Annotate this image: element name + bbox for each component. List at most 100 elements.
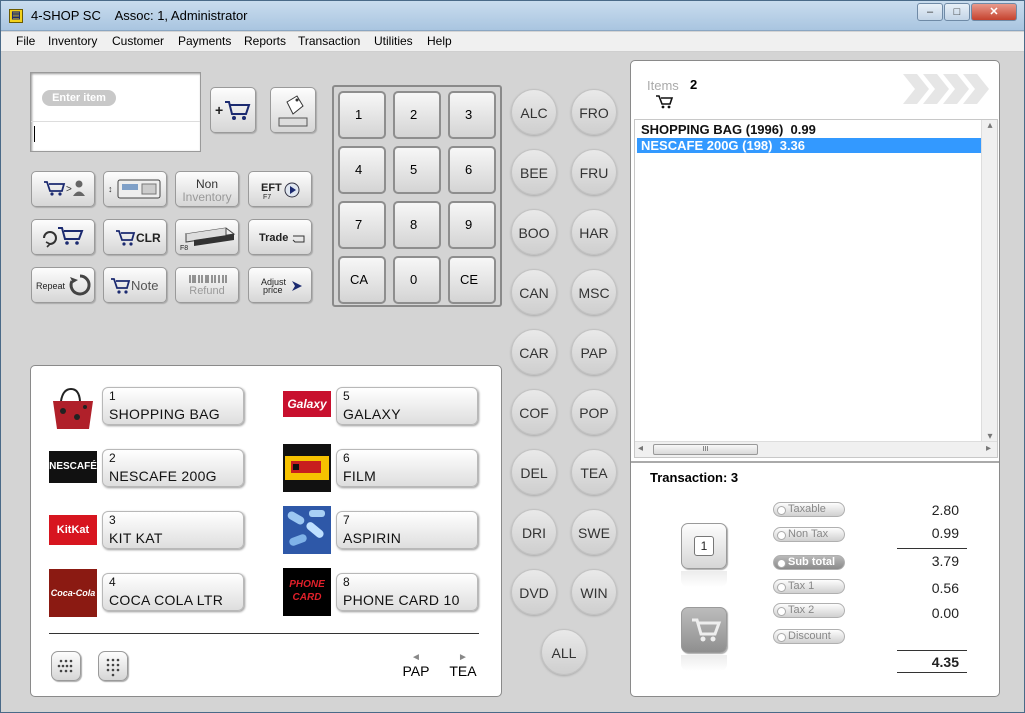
prev-category-button[interactable]: ◄ PAP <box>401 652 431 679</box>
category-boo[interactable]: BOO <box>511 209 557 255</box>
list-item[interactable]: SHOPPING BAG (1996) 0.99 <box>637 122 981 137</box>
add-to-cart-button[interactable]: + <box>210 87 256 133</box>
product-grid-panel: Galaxy NESCAFÉ KitKat Coca-Cola PHONE CA… <box>30 365 502 697</box>
category-tea[interactable]: TEA <box>571 449 617 495</box>
product-name: NESCAFE 200G <box>109 468 217 484</box>
menu-customer[interactable]: Customer <box>112 34 164 48</box>
product-number: 5 <box>343 389 350 403</box>
key-clear-entry[interactable]: CE <box>448 256 496 304</box>
menu-inventory[interactable]: Inventory <box>48 34 97 48</box>
eft-button[interactable]: EFT F7 <box>248 171 312 207</box>
non-inventory-button[interactable]: Non Inventory <box>175 171 239 207</box>
category-can[interactable]: CAN <box>511 269 557 315</box>
scroll-right-icon[interactable]: ▸ <box>986 443 991 454</box>
category-pap[interactable]: PAP <box>571 329 617 375</box>
customer-cart-button[interactable]: > <box>31 171 95 207</box>
chevrons-decoration-icon <box>903 74 989 104</box>
menu-file[interactable]: File <box>16 34 35 48</box>
key-6[interactable]: 6 <box>448 146 496 194</box>
menu-help[interactable]: Help <box>427 34 452 48</box>
scale-button[interactable]: ↕ <box>103 171 167 207</box>
key-0[interactable]: 0 <box>393 256 441 304</box>
total-line-top <box>897 650 967 651</box>
close-button[interactable]: ✕ <box>971 3 1017 21</box>
eft-key-hint: F7 <box>263 194 272 201</box>
menu-transaction[interactable]: Transaction <box>298 34 360 48</box>
scroll-up-icon[interactable]: ▴ <box>982 120 998 131</box>
menu-reports[interactable]: Reports <box>244 34 286 48</box>
key-clear-all[interactable]: CA <box>338 256 386 304</box>
horizontal-scrollbar[interactable]: ◂ III ▸ <box>635 441 997 457</box>
trade-button[interactable]: Trade <box>248 219 312 255</box>
category-fro[interactable]: FRO <box>571 89 617 135</box>
key-9[interactable]: 9 <box>448 201 496 249</box>
key-2[interactable]: 2 <box>393 91 441 139</box>
category-dvd[interactable]: DVD <box>511 569 557 615</box>
product-button-3[interactable]: 3 KIT KAT <box>102 511 244 549</box>
prev-category-label: PAP <box>402 663 430 679</box>
note-button[interactable]: Note <box>103 267 167 303</box>
category-msc[interactable]: MSC <box>571 269 617 315</box>
menu-payments[interactable]: Payments <box>178 34 231 48</box>
item-entry-input[interactable] <box>31 121 200 151</box>
key-4[interactable]: 4 <box>338 146 386 194</box>
total-line-bottom <box>897 672 967 673</box>
clear-cart-button[interactable]: CLR <box>103 219 167 255</box>
keyboard-toggle-button[interactable] <box>51 651 81 681</box>
scroll-left-icon[interactable]: ◂ <box>638 443 643 454</box>
category-car[interactable]: CAR <box>511 329 557 375</box>
product-button-2[interactable]: 2 NESCAFE 200G <box>102 449 244 487</box>
key-8-label: 8 <box>410 217 418 232</box>
product-name: GALAXY <box>343 406 401 422</box>
category-swe[interactable]: SWE <box>571 509 617 555</box>
key-8[interactable]: 8 <box>393 201 441 249</box>
key-1[interactable]: 1 <box>338 91 386 139</box>
category-all[interactable]: ALL <box>541 629 587 675</box>
pills-icon <box>287 510 325 546</box>
adjust-price-button[interactable]: Adjust price <box>248 267 312 303</box>
category-bee[interactable]: BEE <box>511 149 557 195</box>
price-tag-icon <box>278 95 308 127</box>
clr-label: CLR <box>136 231 161 245</box>
product-button-7[interactable]: 7 ASPIRIN <box>336 511 478 549</box>
scroll-thumb[interactable]: III <box>653 444 758 455</box>
return-cart-button[interactable] <box>31 219 95 255</box>
key-5[interactable]: 5 <box>393 146 441 194</box>
tax1-value: 0.56 <box>931 580 959 596</box>
vertical-scrollbar[interactable]: ▴ ▾ <box>981 120 997 442</box>
product-button-6[interactable]: 6 FILM <box>336 449 478 487</box>
category-dri[interactable]: DRI <box>511 509 557 555</box>
product-button-1[interactable]: 1 SHOPPING BAG <box>102 387 244 425</box>
next-category-button[interactable]: ► TEA <box>448 652 478 679</box>
category-cof[interactable]: COF <box>511 389 557 435</box>
key-7[interactable]: 7 <box>338 201 386 249</box>
key-3[interactable]: 3 <box>448 91 496 139</box>
category-pop[interactable]: POP <box>571 389 617 435</box>
coca-cola-thumbnail: Coca-Cola <box>49 569 97 617</box>
category-del[interactable]: DEL <box>511 449 557 495</box>
product-button-5[interactable]: 5 GALAXY <box>336 387 478 425</box>
product-button-8[interactable]: 8 PHONE CARD 10 <box>336 573 478 611</box>
discount-label[interactable]: Discount <box>773 629 845 644</box>
repeat-button[interactable]: Repeat <box>31 267 95 303</box>
barcode-icon <box>189 275 227 283</box>
product-button-4[interactable]: 4 COCA COLA LTR <box>102 573 244 611</box>
maximize-button[interactable]: □ <box>944 3 970 21</box>
checkout-cart-button[interactable] <box>681 607 727 653</box>
price-check-button[interactable] <box>270 87 316 133</box>
items-list[interactable]: SHOPPING BAG (1996) 0.99 NESCAFE 200G (1… <box>634 119 998 458</box>
category-fru[interactable]: FRU <box>571 149 617 195</box>
customer-count-button[interactable]: 1 <box>681 523 727 569</box>
title-bar[interactable]: ▤ 4-SHOP SC Assoc: 1, Administrator – □ … <box>1 1 1024 31</box>
product-number: 3 <box>109 513 116 527</box>
minimize-button[interactable]: – <box>917 3 943 21</box>
numpad-toggle-button[interactable] <box>98 651 128 681</box>
cash-drawer-button[interactable]: F8 <box>175 219 239 255</box>
list-item-selected[interactable]: NESCAFE 200G (198) 3.36 <box>637 138 981 153</box>
category-har[interactable]: HAR <box>571 209 617 255</box>
category-alc[interactable]: ALC <box>511 89 557 135</box>
taxable-label: Taxable <box>773 502 845 517</box>
category-win[interactable]: WIN <box>571 569 617 615</box>
refund-button[interactable]: Refund <box>175 267 239 303</box>
menu-utilities[interactable]: Utilities <box>374 34 413 48</box>
